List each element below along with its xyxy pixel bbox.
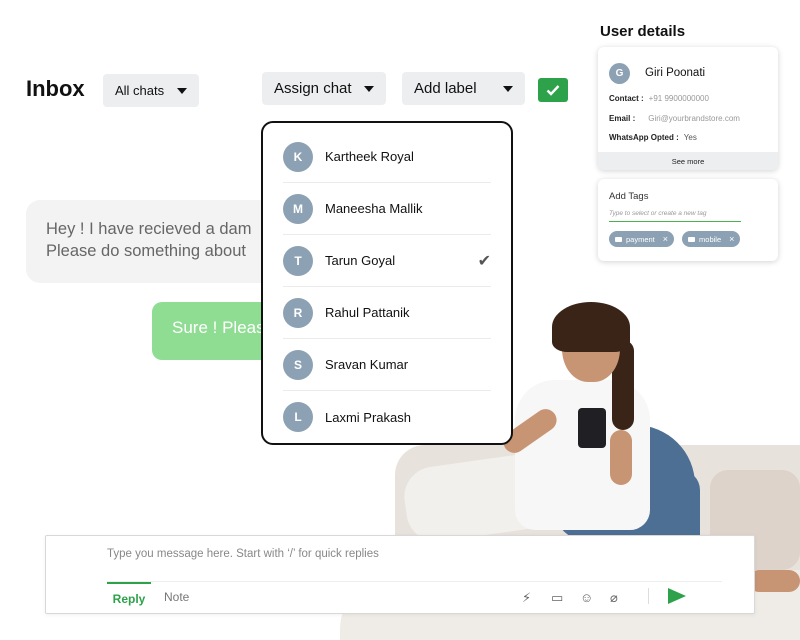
agent-name: Kartheek Royal [325, 149, 414, 164]
agent-option[interactable]: S Sravan Kumar [283, 339, 491, 391]
assign-chat-dropdown[interactable]: Assign chat [262, 72, 386, 105]
agent-name: Maneesha Mallik [325, 201, 423, 216]
agent-option[interactable]: M Maneesha Mallik [283, 183, 491, 235]
agent-name: Rahul Pattanik [325, 305, 410, 320]
whatsapp-value: Yes [683, 133, 697, 143]
agent-option[interactable]: R Rahul Pattanik [283, 287, 491, 339]
agent-name: Sravan Kumar [325, 357, 409, 372]
chat-filter-dropdown[interactable]: All chats [103, 74, 199, 107]
assign-chat-menu: K Kartheek Royal M Maneesha Mallik T Tar… [261, 121, 513, 445]
tags-title: Add Tags [609, 191, 649, 202]
whatsapp-label: WhatsApp Opted : [609, 133, 679, 143]
user-details-card: G Giri Poonati Contact : +91 9900000000 … [598, 47, 778, 170]
page-title: Inbox [26, 76, 85, 101]
agent-option[interactable]: K Kartheek Royal [283, 131, 491, 183]
attach-icon[interactable]: ⌀ [610, 590, 618, 606]
tag-input[interactable]: Type to select or create a new tag [609, 210, 741, 222]
check-icon [546, 85, 560, 96]
user-name: Giri Poonati [645, 67, 706, 79]
email-label: Email : [609, 113, 636, 123]
tab-note[interactable]: Note [164, 590, 189, 604]
tag-icon [688, 236, 696, 242]
template-icon[interactable]: ▭ [551, 590, 563, 606]
avatar: K [283, 141, 313, 172]
avatar: M [283, 193, 313, 224]
divider [648, 588, 649, 604]
tag-chip[interactable]: payment × [609, 231, 675, 247]
bolt-icon[interactable]: ⚡ [522, 590, 531, 606]
agent-option[interactable]: L Laxmi Prakash [283, 391, 491, 443]
foot [748, 570, 800, 592]
email-row: Email : Giri@yourbrandstore.com [598, 109, 778, 129]
remove-tag-icon[interactable]: × [729, 234, 734, 244]
user-details-title: User details [600, 23, 686, 40]
chevron-down-icon [503, 85, 513, 92]
incoming-message-line: Please do something about [46, 242, 246, 260]
check-icon: ✔ [477, 252, 491, 270]
send-icon[interactable] [668, 588, 686, 604]
incoming-message-line: Hey ! I have recieved a dam [46, 220, 252, 238]
avatar: L [283, 402, 313, 432]
chevron-down-icon [364, 85, 374, 92]
tags-card: Add Tags Type to select or create a new … [598, 179, 778, 261]
agent-option[interactable]: T Tarun Goyal ✔ [283, 235, 491, 287]
tag-label: payment [626, 234, 655, 244]
tab-reply[interactable]: Reply [107, 582, 151, 606]
whatsapp-row: WhatsApp Opted : Yes [598, 128, 778, 148]
see-more-button[interactable]: See more [598, 152, 778, 170]
incoming-message: Hey ! I have recieved a dam Please do so… [26, 200, 286, 283]
contact-label: Contact : [609, 94, 644, 104]
message-input[interactable]: Type you message here. Start with ‘/’ fo… [107, 548, 379, 560]
email-value: Giri@yourbrandstore.com [648, 113, 740, 123]
contact-row: Contact : +91 9900000000 [598, 89, 778, 109]
add-label-dropdown[interactable]: Add label [402, 72, 525, 105]
tag-chip[interactable]: mobile × [682, 231, 741, 247]
avatar: S [283, 349, 313, 380]
emoji-icon[interactable]: ☺ [580, 590, 593, 605]
contact-value: +91 9900000000 [648, 94, 709, 104]
divider [107, 581, 722, 582]
agent-name: Laxmi Prakash [325, 409, 411, 425]
chat-filter-label: All chats [115, 83, 165, 98]
tag-icon [615, 236, 622, 242]
confirm-button[interactable] [538, 78, 568, 102]
chevron-down-icon [177, 87, 187, 94]
hair [552, 302, 630, 352]
avatar: R [283, 297, 313, 328]
tag-label: mobile [699, 234, 722, 244]
agent-name: Tarun Goyal [325, 253, 396, 268]
avatar: T [283, 245, 313, 276]
message-composer: Type you message here. Start with ‘/’ fo… [45, 535, 755, 614]
phone [578, 408, 606, 448]
arm [610, 430, 632, 485]
add-label-label: Add label [414, 80, 477, 97]
assign-chat-label: Assign chat [274, 80, 352, 97]
avatar: G [609, 62, 630, 84]
remove-tag-icon[interactable]: × [663, 234, 668, 244]
